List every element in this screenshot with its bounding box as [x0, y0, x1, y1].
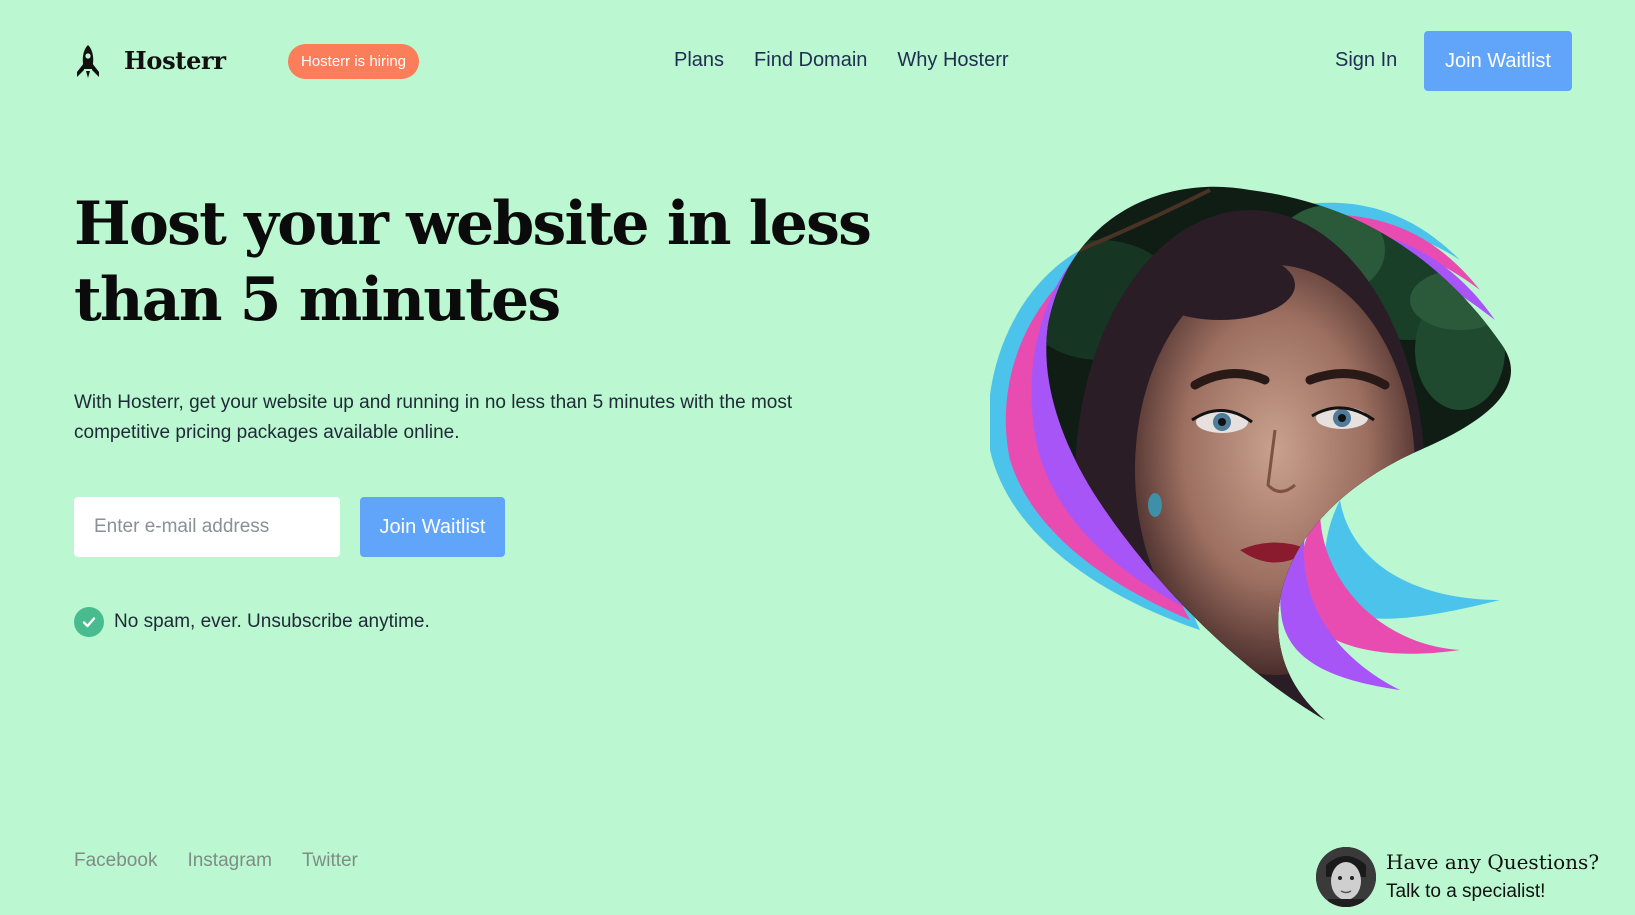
contact-specialist[interactable]: Have any Questions? Talk to a specialist…	[1316, 845, 1599, 907]
nav-why-hosterr[interactable]: Why Hosterr	[897, 49, 1008, 72]
header-join-waitlist-button[interactable]: Join Waitlist	[1424, 31, 1572, 91]
nav-find-domain[interactable]: Find Domain	[754, 49, 867, 72]
twitter-link[interactable]: Twitter	[302, 850, 358, 872]
hero-portrait-illustration	[990, 186, 1512, 720]
social-links: Facebook Instagram Twitter	[74, 850, 358, 872]
check-icon	[74, 607, 104, 637]
facebook-link[interactable]: Facebook	[74, 850, 157, 872]
main-nav: Plans Find Domain Why Hosterr	[674, 49, 1009, 72]
instagram-link[interactable]: Instagram	[187, 850, 271, 872]
sign-in-link[interactable]: Sign In	[1335, 49, 1397, 72]
rocket-icon[interactable]	[74, 45, 102, 79]
talk-to-specialist-link[interactable]: Talk to a specialist!	[1386, 881, 1545, 903]
brand-name[interactable]: Hosterr	[124, 46, 226, 75]
hero-description: With Hosterr, get your website up and ru…	[74, 392, 793, 443]
hero-title: Host your website in less than 5 minutes	[74, 189, 872, 335]
no-spam-text: No spam, ever. Unsubscribe anytime.	[114, 611, 430, 632]
hiring-badge[interactable]: Hosterr is hiring	[288, 44, 420, 79]
nav-plans[interactable]: Plans	[674, 49, 724, 72]
contact-question: Have any Questions?	[1386, 850, 1600, 874]
hero-join-waitlist-button[interactable]: Join Waitlist	[360, 497, 505, 557]
email-input[interactable]	[74, 497, 340, 557]
avatar	[1316, 847, 1376, 907]
header: Hosterr Hosterr is hiring Plans Find Dom…	[74, 31, 1572, 91]
no-spam-note: No spam, ever. Unsubscribe anytime.	[74, 607, 430, 637]
landing-page: Hosterr Hosterr is hiring Plans Find Dom…	[0, 0, 1635, 915]
